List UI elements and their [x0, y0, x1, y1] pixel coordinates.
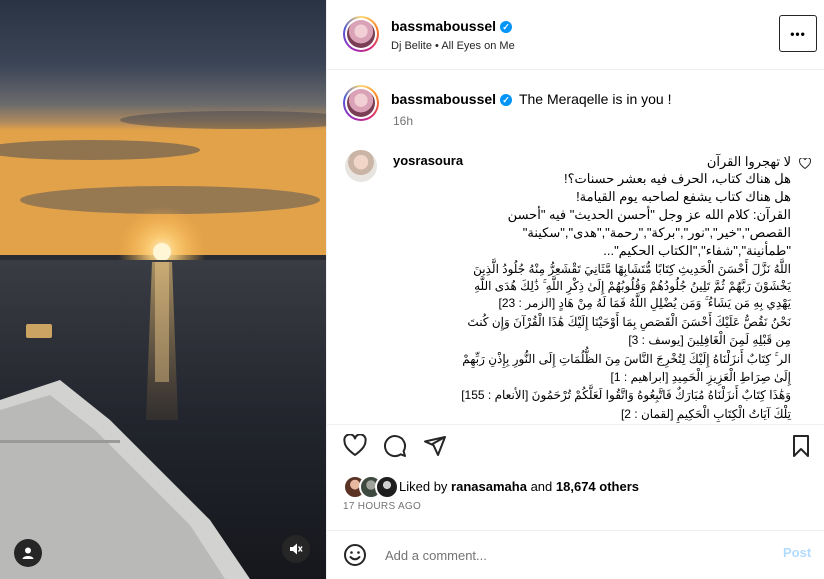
action-bar — [327, 424, 824, 468]
comment-line: القصص","خير","نور","بركة","رحمة","هدى","… — [522, 225, 791, 240]
mute-icon — [290, 543, 303, 555]
caption-text: bassmaboussel ✓ The Meraqelle is in you ! — [391, 91, 671, 107]
comment-item: yosrasoura لا تهجروا القرآن هل هناك كتاب… — [327, 140, 824, 424]
liker-avatar[interactable] — [375, 475, 399, 499]
likes-prefix: Liked by — [399, 479, 448, 494]
comment-like-icon[interactable] — [799, 158, 811, 169]
comment-line: وَهَٰذَا كِتَابٌ أَنزَلْنَاهُ مُبَارَكٌ … — [461, 388, 791, 402]
author-line: bassmaboussel ✓ — [391, 18, 513, 36]
verified-badge-icon: ✓ — [500, 20, 513, 33]
comment-icon[interactable] — [383, 434, 407, 458]
user-tag-button[interactable] — [14, 539, 42, 567]
comment-line: القرآن: كلام الله عز وجل "أحسن الحديث" ف… — [507, 207, 791, 222]
likes-count[interactable]: 18,674 others — [556, 479, 639, 494]
comment-line: مِن قَبْلِهِ لَمِنَ الْغَافِلِينَ [يوسف … — [628, 333, 791, 347]
comment-line: لا تهجروا القرآن — [706, 154, 791, 169]
verified-badge-icon: ✓ — [500, 94, 513, 107]
author-username[interactable]: bassmaboussel — [391, 18, 496, 34]
sunset-photo — [0, 0, 326, 579]
likes-and: and — [530, 479, 553, 494]
emoji-icon[interactable] — [343, 543, 367, 567]
comment-line: إِلَىٰ صِرَاطِ الْعَزِيزِ الْحَمِيدِ [اب… — [610, 370, 791, 384]
author-avatar[interactable] — [343, 16, 379, 52]
caption-username[interactable]: bassmaboussel — [391, 91, 496, 107]
comment-line: يَهْدِي بِهِ مَن يَشَاءُ ۚ وَمَن يُضْلِل… — [498, 296, 792, 310]
comment-line: هل هناك كتاب يشفع لصاحبه يوم القيامة! — [576, 189, 791, 204]
share-icon[interactable] — [423, 434, 447, 458]
comment-input[interactable] — [383, 543, 777, 567]
caption-time[interactable]: 16h — [393, 114, 413, 128]
add-comment-bar: Post — [327, 530, 824, 579]
comment-line: هل هناك كتاب، الحرف فيه بعشر حسنات؟! — [564, 171, 791, 186]
more-options-icon: ••• — [790, 26, 806, 41]
music-info[interactable]: Dj Belite • All Eyes on Me — [391, 40, 515, 52]
likes-row: Liked by ranasamaha and 18,674 others — [327, 468, 824, 504]
post-header: bassmaboussel ✓ Dj Belite • All Eyes on M… — [327, 0, 824, 70]
post-media[interactable] — [0, 0, 326, 579]
post-timestamp[interactable]: 17 HOURS AGO — [343, 501, 421, 512]
likes-summary[interactable]: Liked by ranasamaha and 18,674 others — [399, 479, 639, 494]
mute-button[interactable] — [282, 535, 310, 563]
comment-line: الر ۚ كِتَابٌ أَنزَلْنَاهُ إِلَيْكَ لِتُ… — [462, 352, 791, 366]
comment-line: يَخْشَوْنَ رَبَّهُمْ ثُمَّ تَلِينُ جُلُو… — [474, 279, 791, 293]
comment-line: نَحْنُ نَقُصُّ عَلَيْكَ أَحْسَنَ الْقَصَ… — [467, 315, 791, 329]
comment-line: تِلْكَ آيَاتُ الْكِتَابِ الْحَكِيمِ [لقم… — [620, 407, 791, 421]
comment-line: اللَّهُ نَزَّلَ أَحْسَنَ الْحَدِيثِ كِتَ… — [473, 262, 791, 276]
caption-body: The Meraqelle is in you ! — [518, 91, 672, 107]
caption-avatar[interactable] — [343, 85, 379, 121]
user-tag-icon — [22, 547, 34, 559]
bookmark-icon[interactable] — [789, 434, 813, 458]
comment-line: "طمأنينة","شفاء","الكتاب الحكيم"... — [603, 243, 791, 258]
more-options-button[interactable]: ••• — [779, 15, 817, 52]
post-comment-button[interactable]: Post — [783, 545, 811, 560]
post-details-panel: bassmaboussel ✓ Dj Belite • All Eyes on M… — [326, 0, 824, 579]
heart-icon[interactable] — [343, 434, 367, 458]
likes-username[interactable]: ranasamaha — [451, 479, 527, 494]
